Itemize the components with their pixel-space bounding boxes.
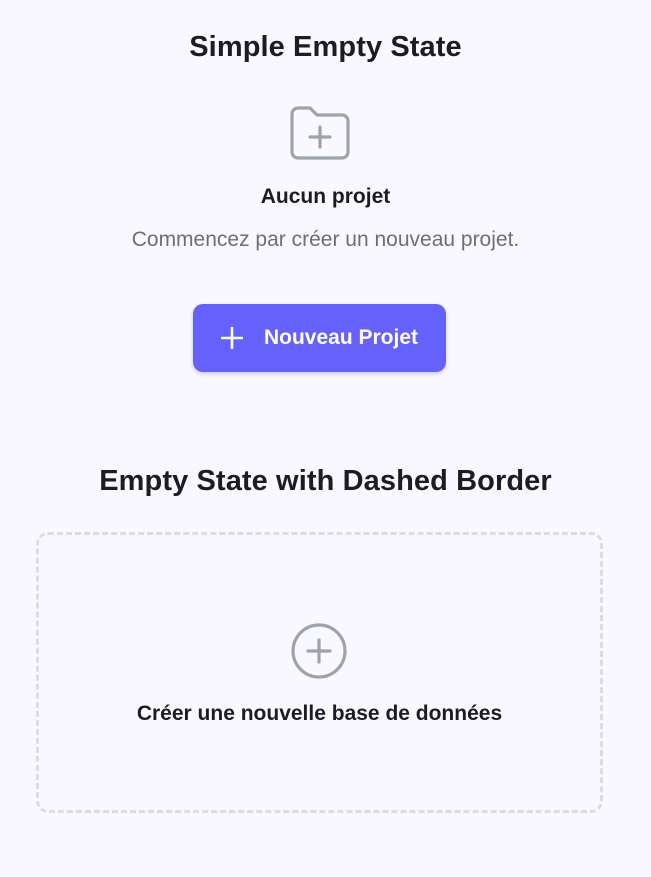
new-project-button-label: Nouveau Projet: [263, 326, 419, 349]
new-project-button[interactable]: Nouveau Projet: [193, 304, 446, 372]
folder-plus-icon: [289, 105, 351, 161]
circle-plus-icon: [290, 622, 348, 680]
dashed-empty-state-title: Empty State with Dashed Border: [99, 465, 552, 497]
plus-icon: [220, 326, 244, 350]
create-database-label: Créer une nouvelle base de données: [136, 702, 503, 725]
simple-empty-state-title: Simple Empty State: [189, 31, 462, 63]
empty-state-heading: Aucun projet: [260, 185, 391, 208]
empty-state-description: Commencez par créer un nouveau projet.: [131, 228, 520, 251]
